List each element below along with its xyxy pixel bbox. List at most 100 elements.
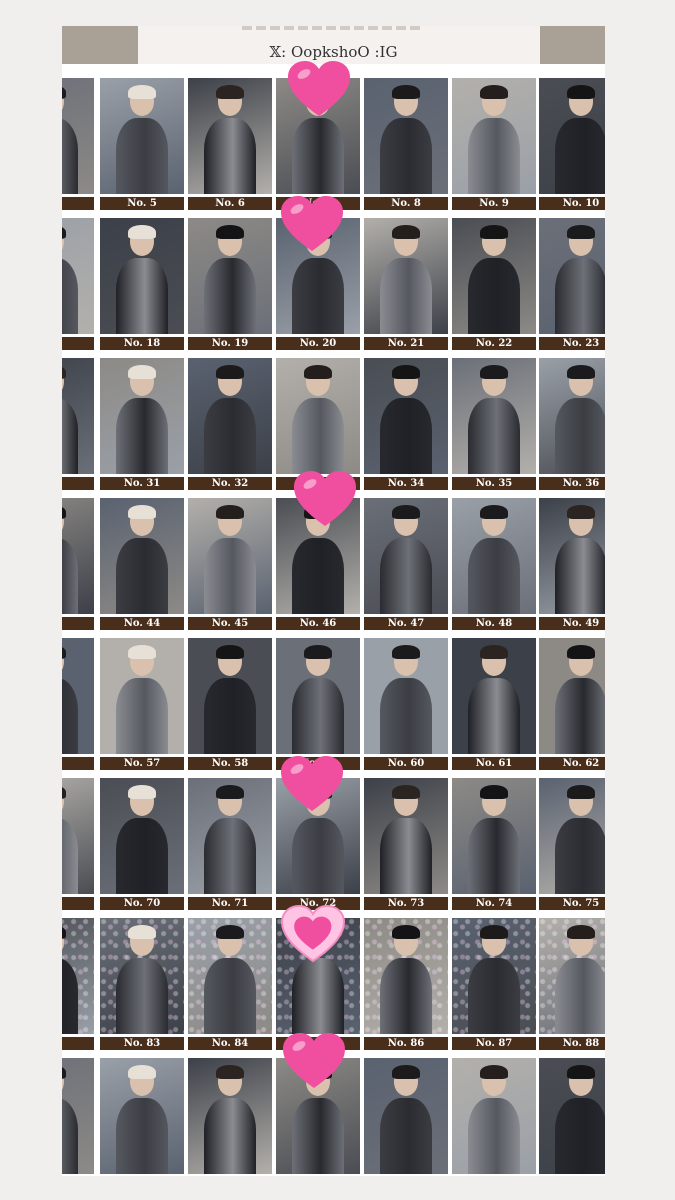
photocard-number-label: No. 47 [364,617,448,630]
pink-heart-icon [281,1032,347,1092]
photocard-number-label [62,897,94,910]
person-silhouette [62,1065,78,1174]
photocard-number-label: No. 36 [539,477,605,490]
photocard-number-label [62,617,94,630]
photocard-image [100,1058,184,1174]
photocard-tile: No. 61 [452,638,536,771]
photocard-tile: No. 45 [188,498,272,631]
photocard-tile: No. 8 [364,78,448,211]
person-silhouette [116,85,168,194]
photocard-number-label: No. 57 [100,757,184,770]
photocard-number-label: No. 35 [452,477,536,490]
person-silhouette [555,645,605,754]
photocard-image [452,78,536,194]
photocard-number-label: No. 75 [539,897,605,910]
photocard-tile: No. 19 [188,218,272,351]
photocard-tile: No. 74 [452,778,536,911]
photocard-image [364,498,448,614]
photocard-number-label: No. 5 [100,197,184,210]
photocard-number-label [62,757,94,770]
photocard-image [188,778,272,894]
photocard-tile [62,778,94,911]
photocard-number-label: No. 87 [452,1037,536,1050]
person-silhouette [468,645,520,754]
photocard-image [452,778,536,894]
photocard-number-label: No. 34 [364,477,448,490]
photocard-number-label: No. 70 [100,897,184,910]
photocard-tile: No. 71 [188,778,272,911]
person-silhouette [555,85,605,194]
photocard-tile [62,1058,94,1176]
person-silhouette [116,1065,168,1174]
photocard-number-label: No. 62 [539,757,605,770]
person-silhouette [468,505,520,614]
photocard-image [100,218,184,334]
photocard-image [100,638,184,754]
person-silhouette [555,1065,605,1174]
photocard-tile: No. 99 [364,1058,448,1176]
person-silhouette [380,1065,432,1174]
photocard-tile: No. 18 [100,218,184,351]
photocard-image [452,638,536,754]
photocard-image [539,498,605,614]
photocard-number-label: No. 71 [188,897,272,910]
photocard-number-label: No. 8 [364,197,448,210]
photocard-image [62,498,94,614]
person-silhouette [62,505,78,614]
photocard-tile: No. 35 [452,358,536,491]
photocard-image [62,918,94,1034]
photocard-image [62,78,94,194]
photocard-image [100,918,184,1034]
photocard-number-label: No. 18 [100,337,184,350]
photocard-number-label: No. 88 [539,1037,605,1050]
photocard-tile: No. 44 [100,498,184,631]
photocard-number-label [62,197,94,210]
photocard-image [364,918,448,1034]
photocard-number-label: No. 58 [188,757,272,770]
person-silhouette [380,785,432,894]
pink-heart-icon [292,470,358,530]
photocard-image [100,78,184,194]
photocard-image [188,78,272,194]
person-silhouette [116,785,168,894]
photocard-image [276,358,360,474]
photocard-tile: No. 48 [452,498,536,631]
person-silhouette [380,505,432,614]
person-silhouette [116,645,168,754]
photocard-number-label: No. 73 [364,897,448,910]
person-silhouette [380,365,432,474]
photocard-image [188,1058,272,1174]
photocard-image [100,778,184,894]
photocard-tile: No. 23 [539,218,605,351]
photocard-number-label [62,477,94,490]
photocard-tile: No. 88 [539,918,605,1051]
photocard-tile: No. 97 [188,1058,272,1176]
person-silhouette [380,645,432,754]
photocard-tile: No. 75 [539,778,605,911]
photocard-tile: No. 83 [100,918,184,1051]
person-silhouette [468,365,520,474]
person-silhouette [555,225,605,334]
person-silhouette [204,785,256,894]
person-silhouette [292,365,344,474]
photocard-image [364,1058,448,1174]
photocard-tile: No. 96 [100,1058,184,1176]
person-silhouette [62,365,78,474]
person-silhouette [468,85,520,194]
photocard-number-label: No. 20 [276,337,360,350]
photocard-tile: No. 84 [188,918,272,1051]
photocard-image [452,218,536,334]
photocard-number-label: No. 32 [188,477,272,490]
photocard-number-label: No. 74 [452,897,536,910]
person-silhouette [555,365,605,474]
photocard-image [452,1058,536,1174]
photocard-image [364,218,448,334]
photocard-image [62,778,94,894]
photocard-tile: No. 59 [276,638,360,771]
photocard-image [188,638,272,754]
photocard-image [100,498,184,614]
photocard-number-label: No. 45 [188,617,272,630]
photocard-tile: No. 62 [539,638,605,771]
person-silhouette [204,925,256,1034]
photocard-image [452,358,536,474]
